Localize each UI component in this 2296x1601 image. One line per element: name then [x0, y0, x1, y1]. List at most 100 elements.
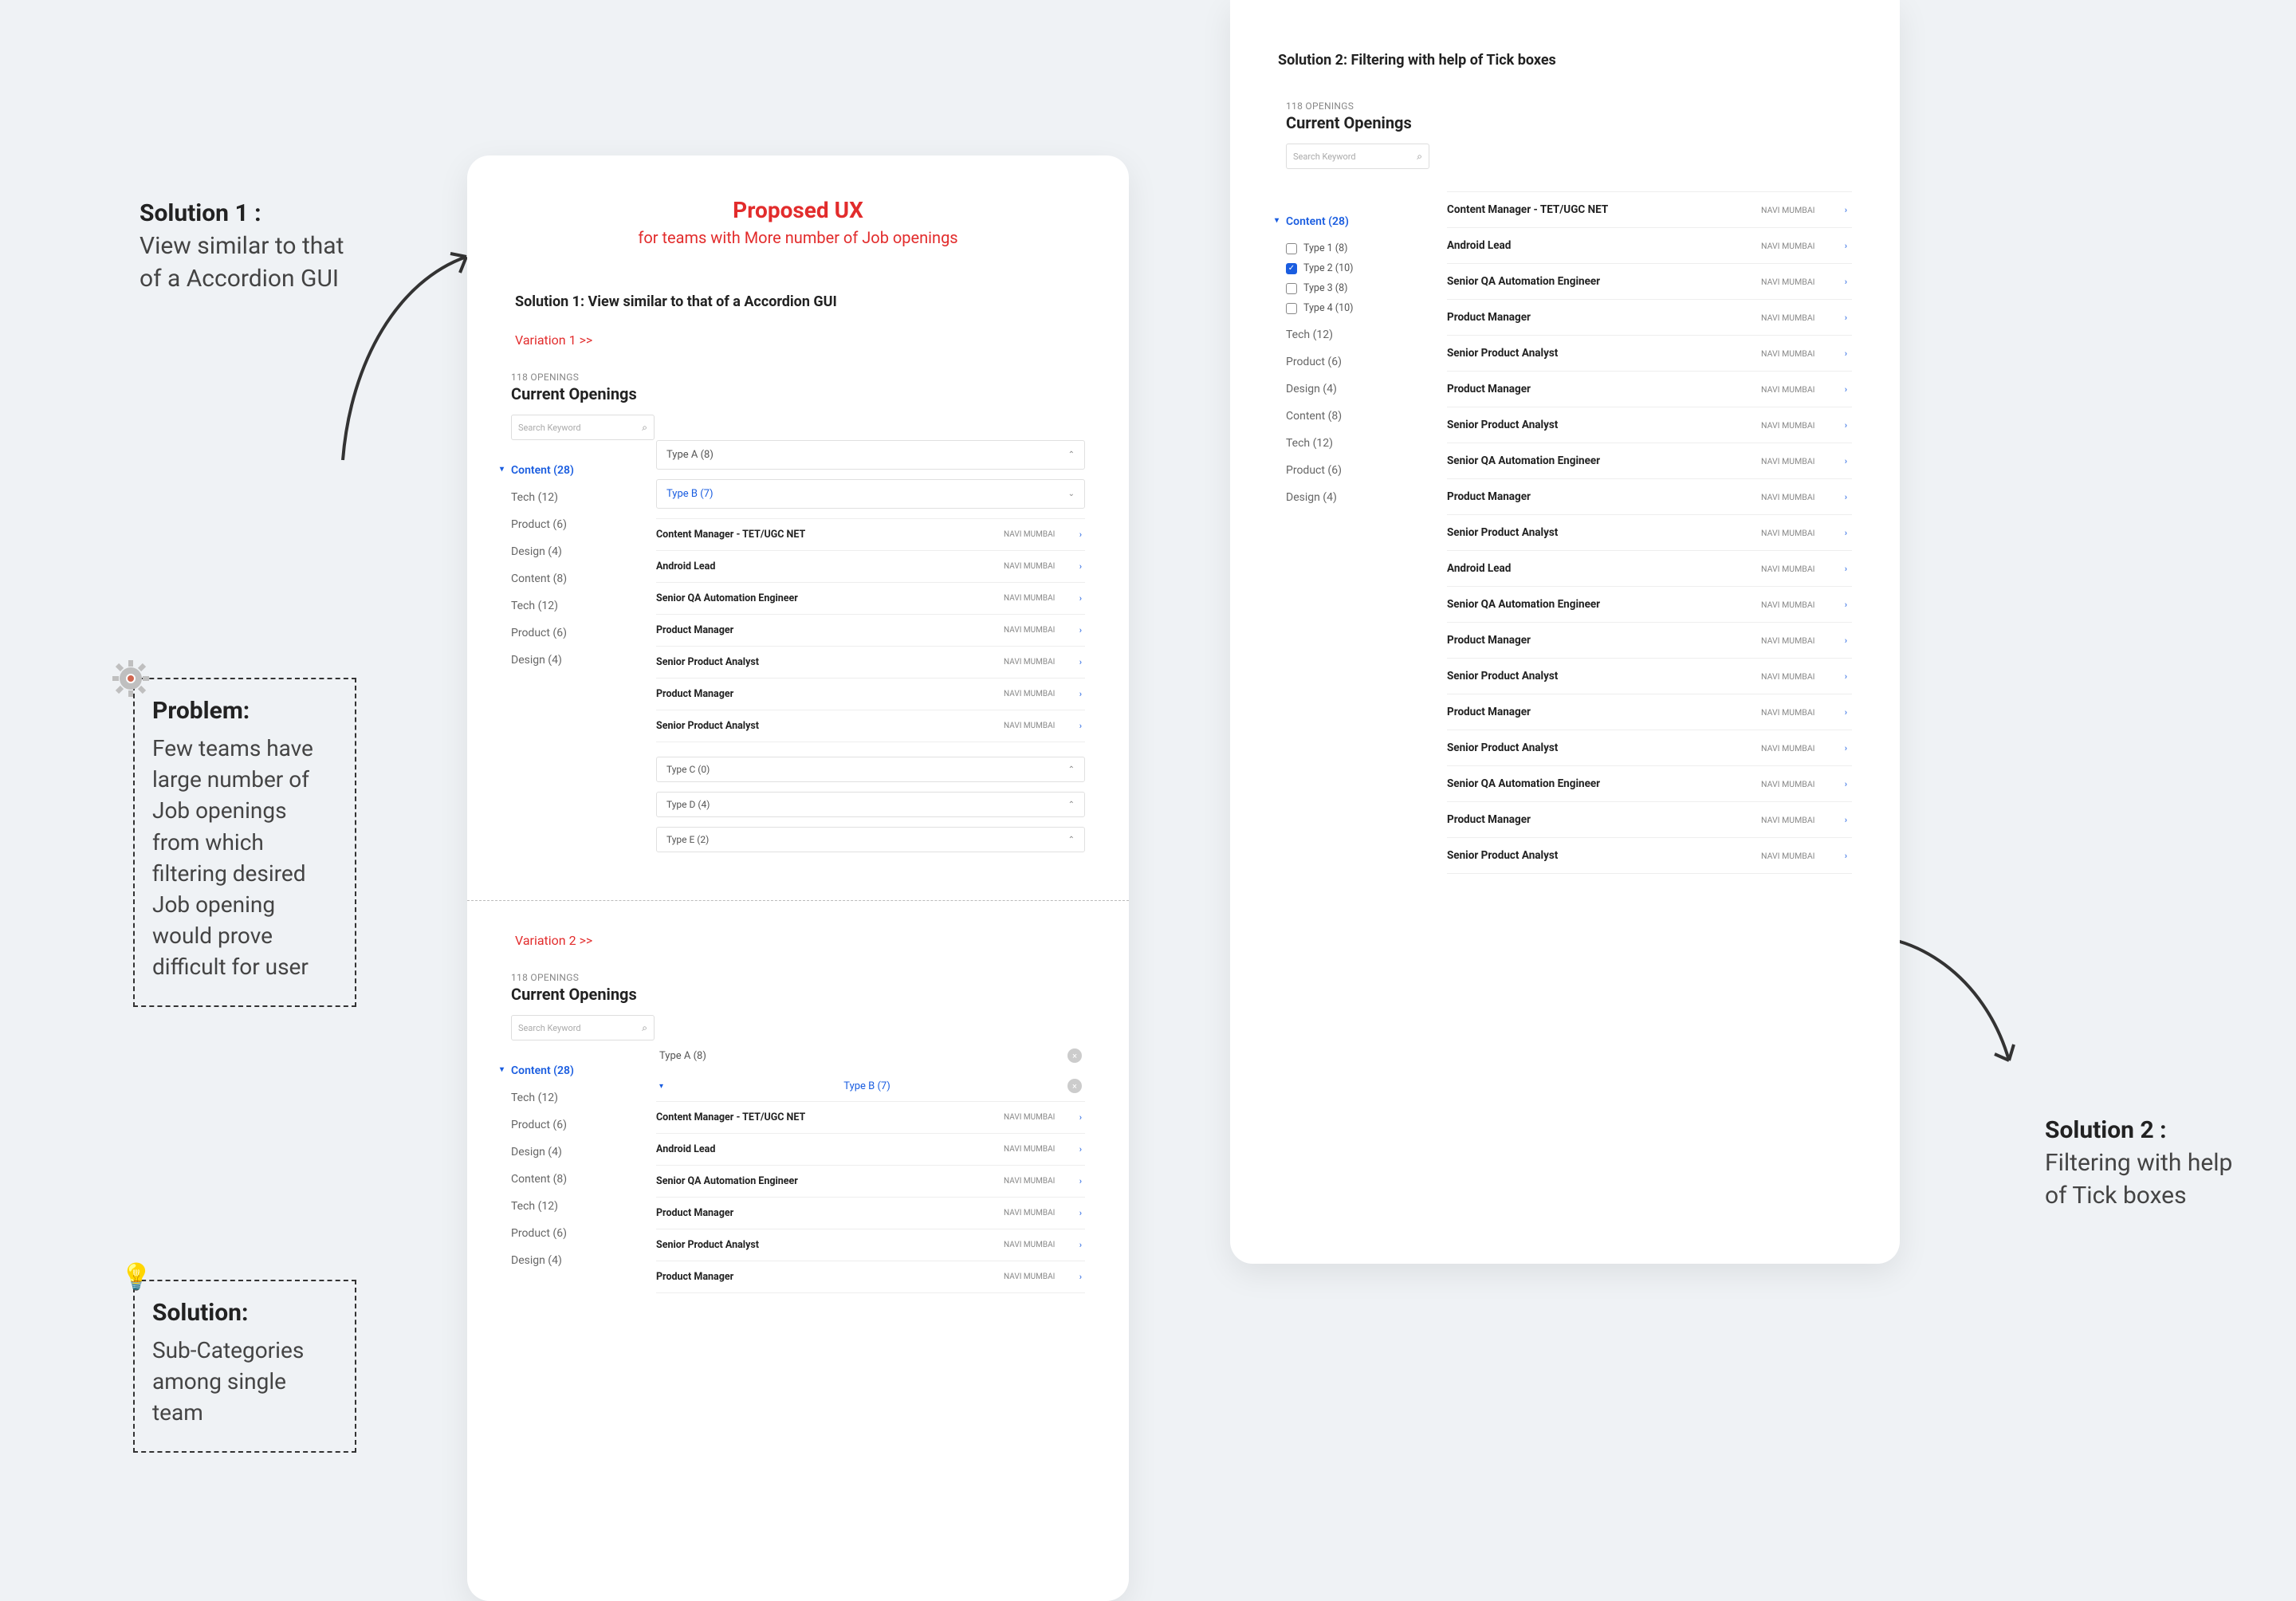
- job-row[interactable]: Content Manager - TET/UGC NETNAVI MUMBAI…: [656, 1102, 1085, 1134]
- job-row[interactable]: Senior QA Automation EngineerNAVI MUMBAI…: [1447, 443, 1852, 479]
- job-row[interactable]: Android LeadNAVI MUMBAI›: [1447, 551, 1852, 587]
- job-row[interactable]: Product ManagerNAVI MUMBAI›: [1447, 372, 1852, 407]
- category-item[interactable]: Product (6): [511, 1227, 623, 1240]
- checkbox-item[interactable]: Type 1 (8): [1286, 242, 1413, 254]
- job-row[interactable]: Product ManagerNAVI MUMBAI›: [1447, 479, 1852, 515]
- accordion-type-b[interactable]: Type B (7) ⌄: [656, 479, 1085, 509]
- job-row[interactable]: Product ManagerNAVI MUMBAI›: [1447, 802, 1852, 838]
- job-row[interactable]: Android LeadNAVI MUMBAI›: [656, 1134, 1085, 1166]
- checkbox-label: Type 4 (10): [1303, 302, 1354, 314]
- job-location: NAVI MUMBAI: [1004, 1209, 1067, 1217]
- checkbox-item[interactable]: Type 3 (8): [1286, 282, 1413, 294]
- job-location: NAVI MUMBAI: [1004, 658, 1067, 667]
- category-item[interactable]: Content (8): [511, 1173, 623, 1186]
- accordion-type-e[interactable]: Type E (2) ⌃: [656, 827, 1085, 852]
- variation-1-link[interactable]: Variation 1 >>: [515, 332, 1129, 348]
- category-item[interactable]: Content (28): [1286, 215, 1413, 228]
- job-row[interactable]: Content Manager - TET/UGC NETNAVI MUMBAI…: [656, 519, 1085, 551]
- job-row[interactable]: Android LeadNAVI MUMBAI›: [656, 551, 1085, 583]
- category-item[interactable]: Design (4): [511, 545, 623, 558]
- category-item[interactable]: Tech (12): [511, 600, 623, 612]
- annotation-problem: Problem: Few teams have large number of …: [133, 678, 356, 1007]
- tag-type-b[interactable]: Type B (7) ×: [656, 1071, 1085, 1101]
- chevron-right-icon: ›: [1833, 671, 1847, 682]
- search-input[interactable]: Search Keyword ⌕: [511, 1015, 655, 1040]
- accordion-type-c[interactable]: Type C (0) ⌃: [656, 757, 1085, 782]
- job-row[interactable]: Senior Product AnalystNAVI MUMBAI›: [656, 1229, 1085, 1261]
- job-name: Product Manager: [1447, 706, 1761, 718]
- category-item[interactable]: Product (6): [511, 1119, 623, 1131]
- job-row[interactable]: Senior Product AnalystNAVI MUMBAI›: [1447, 515, 1852, 551]
- job-row[interactable]: Senior Product AnalystNAVI MUMBAI›: [656, 647, 1085, 679]
- category-item[interactable]: Tech (12): [1286, 437, 1413, 450]
- category-item[interactable]: Product (6): [511, 518, 623, 531]
- search-input[interactable]: Search Keyword ⌕: [1286, 144, 1429, 169]
- job-row[interactable]: Product ManagerNAVI MUMBAI›: [1447, 623, 1852, 659]
- job-row[interactable]: Product ManagerNAVI MUMBAI›: [656, 679, 1085, 710]
- job-row[interactable]: Senior Product AnalystNAVI MUMBAI›: [1447, 730, 1852, 766]
- category-item[interactable]: Product (6): [511, 627, 623, 639]
- job-name: Senior Product Analyst: [1447, 741, 1761, 754]
- chevron-up-icon: ⌃: [1068, 800, 1075, 809]
- checkbox-item[interactable]: ✓Type 2 (10): [1286, 262, 1413, 274]
- job-location: NAVI MUMBAI: [1761, 779, 1833, 789]
- job-row[interactable]: Product ManagerNAVI MUMBAI›: [656, 1198, 1085, 1229]
- job-name: Product Manager: [1447, 383, 1761, 395]
- category-item[interactable]: Design (4): [511, 1146, 623, 1158]
- job-name: Content Manager - TET/UGC NET: [1447, 203, 1761, 216]
- category-item[interactable]: Tech (12): [1286, 328, 1413, 341]
- chevron-up-icon: ⌃: [1068, 450, 1075, 459]
- variation-2-link[interactable]: Variation 2 >>: [515, 933, 1129, 948]
- category-item[interactable]: Product (6): [1286, 464, 1413, 477]
- job-row[interactable]: Senior Product AnalystNAVI MUMBAI›: [1447, 407, 1852, 443]
- chevron-right-icon: ›: [1067, 721, 1082, 731]
- problem-body: Few teams have large number of Job openi…: [152, 733, 337, 983]
- job-row[interactable]: Senior Product AnalystNAVI MUMBAI›: [1447, 659, 1852, 694]
- job-row[interactable]: Android LeadNAVI MUMBAI›: [1447, 228, 1852, 264]
- job-row[interactable]: Product ManagerNAVI MUMBAI›: [1447, 300, 1852, 336]
- category-item[interactable]: Design (4): [1286, 491, 1413, 504]
- checkbox-item[interactable]: Type 4 (10): [1286, 302, 1413, 314]
- annotation-title: Solution 1 :: [140, 199, 261, 227]
- problem-title: Problem:: [152, 697, 337, 725]
- chevron-right-icon: ›: [1833, 241, 1847, 251]
- category-item[interactable]: Content (28): [511, 464, 623, 477]
- category-item[interactable]: Design (4): [1286, 383, 1413, 395]
- close-icon[interactable]: ×: [1067, 1048, 1082, 1063]
- job-row[interactable]: Senior QA Automation EngineerNAVI MUMBAI…: [1447, 766, 1852, 802]
- accordion-type-d[interactable]: Type D (4) ⌃: [656, 792, 1085, 817]
- job-location: NAVI MUMBAI: [1004, 530, 1067, 539]
- category-item[interactable]: Tech (12): [511, 1092, 623, 1104]
- tag-type-a[interactable]: Type A (8) ×: [656, 1040, 1085, 1071]
- job-row[interactable]: Senior QA Automation EngineerNAVI MUMBAI…: [1447, 264, 1852, 300]
- category-item[interactable]: Content (8): [1286, 410, 1413, 423]
- job-row[interactable]: Senior QA Automation EngineerNAVI MUMBAI…: [656, 1166, 1085, 1198]
- category-item[interactable]: Content (8): [511, 572, 623, 585]
- job-row[interactable]: Senior QA Automation EngineerNAVI MUMBAI…: [1447, 587, 1852, 623]
- job-row[interactable]: Senior QA Automation EngineerNAVI MUMBAI…: [656, 583, 1085, 615]
- category-item[interactable]: Design (4): [511, 1254, 623, 1267]
- close-icon[interactable]: ×: [1067, 1079, 1082, 1093]
- accordion-type-a[interactable]: Type A (8) ⌃: [656, 440, 1085, 470]
- arrow-icon: [319, 249, 474, 472]
- job-name: Senior QA Automation Engineer: [656, 1175, 1004, 1187]
- job-location: NAVI MUMBAI: [1761, 313, 1833, 323]
- category-item[interactable]: Content (28): [511, 1064, 623, 1077]
- job-row[interactable]: Product ManagerNAVI MUMBAI›: [656, 1261, 1085, 1293]
- chevron-right-icon: ›: [1833, 313, 1847, 323]
- chevron-right-icon: ›: [1067, 657, 1082, 667]
- job-row[interactable]: Senior Product AnalystNAVI MUMBAI›: [1447, 838, 1852, 874]
- chevron-right-icon: ›: [1833, 420, 1847, 431]
- category-item[interactable]: Design (4): [511, 654, 623, 667]
- job-row[interactable]: Product ManagerNAVI MUMBAI›: [1447, 694, 1852, 730]
- job-location: NAVI MUMBAI: [1004, 1113, 1067, 1122]
- job-row[interactable]: Product ManagerNAVI MUMBAI›: [656, 615, 1085, 647]
- category-item[interactable]: Tech (12): [511, 491, 623, 504]
- category-item[interactable]: Tech (12): [511, 1200, 623, 1213]
- chevron-right-icon: ›: [1833, 707, 1847, 718]
- job-row[interactable]: Senior Product AnalystNAVI MUMBAI›: [1447, 336, 1852, 372]
- category-item[interactable]: Product (6): [1286, 356, 1413, 368]
- search-input[interactable]: Search Keyword ⌕: [511, 415, 655, 440]
- job-row[interactable]: Senior Product AnalystNAVI MUMBAI›: [656, 710, 1085, 742]
- job-row[interactable]: Content Manager - TET/UGC NETNAVI MUMBAI…: [1447, 192, 1852, 228]
